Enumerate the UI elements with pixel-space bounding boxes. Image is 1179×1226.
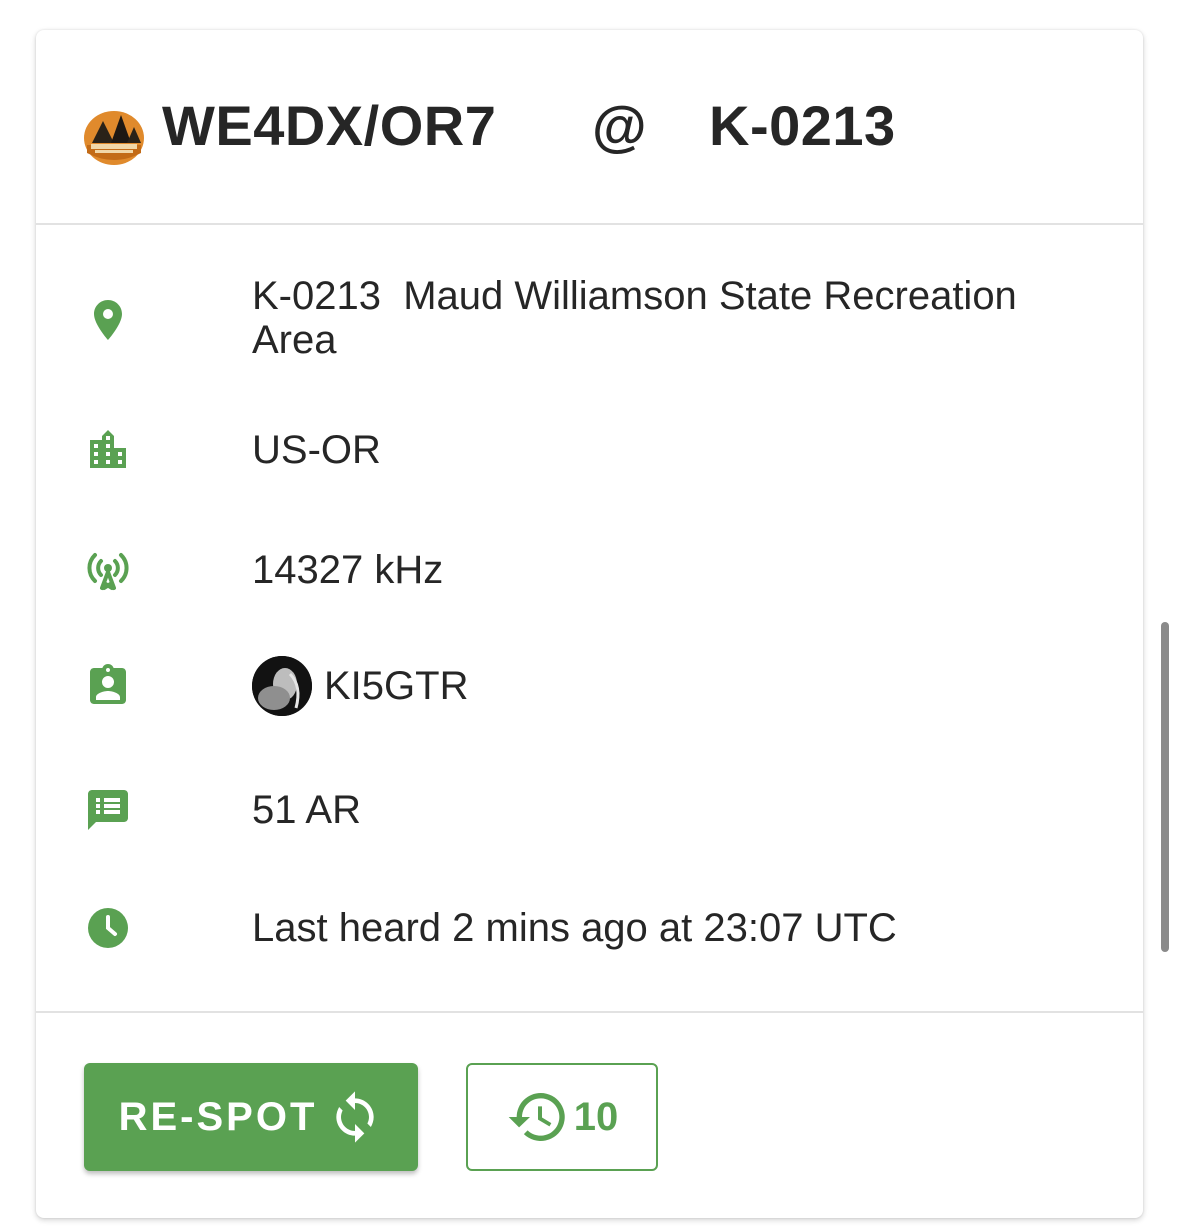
park-reference[interactable]: K-0213	[709, 90, 896, 162]
ham-radio-logo-icon	[84, 111, 144, 165]
comment-icon	[84, 786, 132, 834]
clock-icon	[84, 904, 132, 952]
history-button[interactable]: 10	[466, 1063, 658, 1171]
respot-label: RE-SPOT	[118, 1094, 318, 1139]
spotter-info: KI5GTR	[252, 656, 1103, 716]
spot-card: WE4DX/OR7 @ K-0213 K-0213 Maud Williamso…	[36, 30, 1143, 1218]
history-count: 10	[573, 1094, 619, 1139]
refresh-icon	[336, 1091, 375, 1143]
card-actions: RE-SPOT 10	[36, 1011, 1143, 1218]
spot-comment: 51 AR	[252, 788, 361, 832]
respot-button[interactable]: RE-SPOT	[84, 1063, 418, 1171]
history-icon	[508, 1092, 565, 1141]
park-location-name: K-0213 Maud Williamson State Recreation …	[252, 274, 1026, 362]
spot-header: WE4DX/OR7 @ K-0213	[36, 30, 1143, 225]
activator-callsign[interactable]: WE4DX/OR7	[162, 90, 496, 162]
at-separator: @	[592, 94, 648, 157]
last-heard-text: Last heard 2 mins ago at 23:07 UTC	[252, 906, 897, 950]
city-icon	[84, 426, 132, 474]
frequency-value: 14327 kHz	[252, 548, 444, 592]
badge-icon	[84, 662, 132, 710]
spotter-avatar[interactable]	[252, 656, 312, 716]
scrollbar-thumb[interactable]	[1161, 622, 1169, 952]
spotter-callsign[interactable]: KI5GTR	[324, 664, 468, 708]
region-code: US-OR	[252, 428, 381, 472]
antenna-icon	[84, 546, 132, 594]
map-pin-icon	[84, 296, 132, 344]
